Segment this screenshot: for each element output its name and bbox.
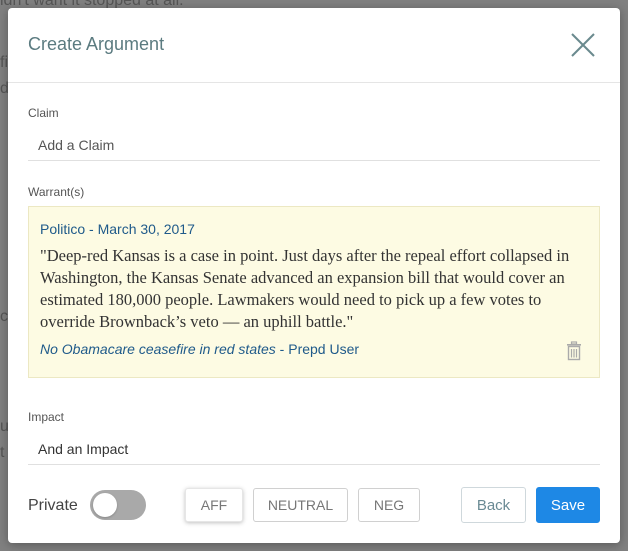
toggle-knob: [93, 493, 117, 517]
warrant-source-name[interactable]: Politico: [40, 221, 85, 237]
modal-header: Create Argument: [8, 8, 620, 83]
claim-label: Claim: [28, 106, 59, 120]
neg-button[interactable]: NEG: [358, 488, 420, 522]
warrant-user-link[interactable]: Prepd User: [288, 341, 359, 357]
warrant-source: Politico - March 30, 2017: [40, 221, 195, 237]
background-text: t: [0, 444, 5, 461]
impact-input[interactable]: [28, 433, 600, 465]
back-button[interactable]: Back: [461, 487, 526, 523]
close-icon[interactable]: [570, 32, 596, 58]
warrants-label: Warrant(s): [28, 185, 85, 199]
modal-title: Create Argument: [28, 34, 165, 54]
claim-input[interactable]: [28, 129, 600, 161]
warrant-article-title[interactable]: No Obamacare ceasefire in red states: [40, 341, 276, 357]
create-argument-modal: Create Argument Claim Warrant(s) Politic…: [8, 8, 620, 543]
private-toggle[interactable]: [90, 490, 146, 520]
warrant-card: Politico - March 30, 2017 "Deep-red Kans…: [28, 206, 600, 378]
background-text: c: [0, 308, 8, 325]
background-text: fi: [0, 54, 8, 71]
aff-button[interactable]: AFF: [185, 488, 243, 522]
save-button[interactable]: Save: [536, 487, 600, 523]
warrant-article: No Obamacare ceasefire in red states - P…: [40, 341, 360, 357]
warrant-date: March 30, 2017: [97, 221, 195, 237]
neutral-button[interactable]: NEUTRAL: [253, 488, 348, 522]
warrant-quote: "Deep-red Kansas is a case in point. Jus…: [40, 246, 570, 331]
trash-icon[interactable]: [566, 341, 582, 361]
private-label: Private: [28, 497, 78, 514]
impact-label: Impact: [28, 410, 65, 424]
